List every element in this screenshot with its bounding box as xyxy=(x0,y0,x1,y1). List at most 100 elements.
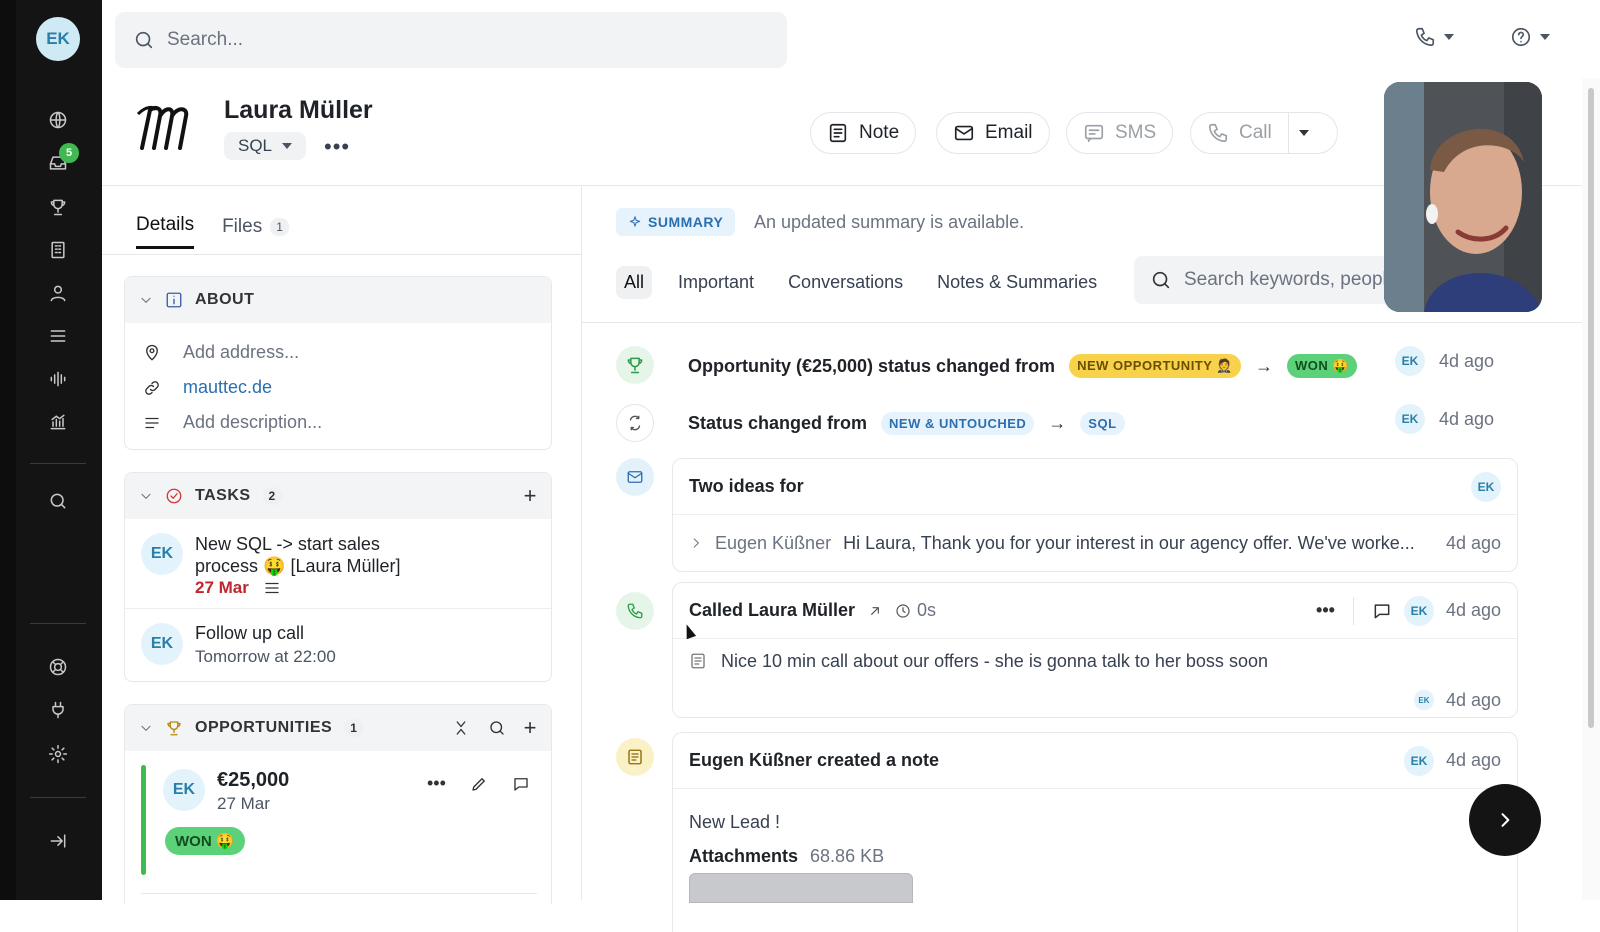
help-menu[interactable] xyxy=(1510,26,1550,48)
opportunity-status-bar xyxy=(141,765,146,875)
sparkle-icon xyxy=(628,215,642,229)
note-card[interactable]: Eugen Küßner created a note EK 4d ago Ne… xyxy=(672,732,1518,932)
event-text: Status changed from xyxy=(688,413,868,433)
lead-header: Laura Müller SQL ••• Note Email SMS Call xyxy=(102,78,1582,186)
left-rail xyxy=(0,0,16,900)
sms-button[interactable]: SMS xyxy=(1066,112,1174,154)
add-opportunity-button[interactable]: + xyxy=(524,715,537,741)
pencil-edit-icon[interactable] xyxy=(470,775,488,793)
search-icon xyxy=(1150,269,1172,291)
call-options-chevron-icon[interactable] xyxy=(1298,130,1309,136)
avatar: EK xyxy=(163,769,205,811)
opportunity-status-badge: WON 🤑 xyxy=(165,827,245,855)
scrollbar-thumb[interactable] xyxy=(1588,88,1594,728)
chevron-down-icon xyxy=(139,489,153,503)
lead-status-event[interactable]: Status changed from NEW & UNTOUCHED → SQ… xyxy=(688,412,1125,435)
email-thread-card[interactable]: Two ideas for EK Eugen Küßner Hi Laura, … xyxy=(672,458,1518,572)
tab-files[interactable]: Files 1 xyxy=(222,214,289,249)
filter-notes-summaries[interactable]: Notes & Summaries xyxy=(929,266,1105,299)
description-placeholder: Add description... xyxy=(183,412,323,432)
next-button[interactable] xyxy=(1469,784,1541,856)
arrow-right-icon: → xyxy=(1254,355,1273,376)
phone-icon xyxy=(1414,26,1436,48)
trophy-icon[interactable] xyxy=(48,197,68,217)
call-card[interactable]: Called Laura Müller 0s ••• EK 4d ago Nic… xyxy=(672,582,1518,718)
more-options-button[interactable]: ••• xyxy=(1316,600,1335,621)
opportunity-item[interactable]: EK €25,000 27 Mar ••• WON 🤑 xyxy=(125,751,551,899)
waveform-icon[interactable] xyxy=(48,369,68,389)
website-row[interactable]: mauttec.de xyxy=(125,370,551,405)
more-options-button[interactable]: ••• xyxy=(427,773,446,794)
user-avatar[interactable]: EK xyxy=(36,17,80,61)
opportunities-header[interactable]: OPPORTUNITIES 1 + xyxy=(125,705,551,751)
summary-label: SUMMARY xyxy=(648,214,724,230)
avatar: EK xyxy=(1394,404,1425,434)
more-options-button[interactable]: ••• xyxy=(324,134,350,160)
video-overlay xyxy=(1384,82,1542,312)
summary-button[interactable]: SUMMARY xyxy=(616,208,736,236)
task-item[interactable]: EK New SQL -> start sales process 🤑 [Lau… xyxy=(125,519,551,609)
trophy-icon xyxy=(616,346,654,384)
note-icon xyxy=(689,652,707,670)
summary-status-text: An updated summary is available. xyxy=(754,212,1025,232)
clock-icon xyxy=(895,603,911,619)
call-button[interactable]: Call xyxy=(1190,112,1338,154)
filter-conversations[interactable]: Conversations xyxy=(780,266,911,299)
opportunity-status-event[interactable]: Opportunity (€25,000) status changed fro… xyxy=(688,354,1358,378)
avatar: EK xyxy=(141,533,183,575)
activity-search-placeholder: Search keywords, people... xyxy=(1184,269,1414,290)
attachment-thumbnail[interactable] xyxy=(689,873,913,903)
avatar: EK xyxy=(141,623,183,665)
collapse-all-icon[interactable] xyxy=(452,719,470,737)
call-note-text: Nice 10 min call about our offers - she … xyxy=(721,650,1268,671)
search-icon[interactable] xyxy=(488,719,506,737)
chevron-down-icon xyxy=(1444,34,1454,40)
scrollbar[interactable] xyxy=(1582,78,1600,900)
mail-icon xyxy=(953,122,975,144)
arrow-right-icon: → xyxy=(1048,413,1067,433)
email-button[interactable]: Email xyxy=(936,112,1050,154)
website-link[interactable]: mauttec.de xyxy=(183,377,272,398)
trophy-icon xyxy=(165,719,183,737)
tab-details[interactable]: Details xyxy=(136,214,195,249)
add-task-button[interactable]: + xyxy=(524,483,537,509)
address-row[interactable]: Add address... xyxy=(125,335,551,370)
settings-gear-icon[interactable] xyxy=(48,744,68,764)
phone-menu[interactable] xyxy=(1414,26,1454,48)
about-header[interactable]: ABOUT xyxy=(125,277,551,323)
location-pin-icon xyxy=(143,344,161,362)
details-tabs: Details Files 1 xyxy=(136,214,289,249)
tabs-divider xyxy=(102,254,582,255)
task-due-date: Tomorrow at 22:00 xyxy=(195,647,336,666)
filter-important[interactable]: Important xyxy=(670,266,762,299)
plug-icon[interactable] xyxy=(48,700,68,720)
help-lifebuoy-icon[interactable] xyxy=(48,657,68,677)
search-icon[interactable] xyxy=(48,491,68,511)
chevron-down-icon xyxy=(139,293,153,307)
files-count-badge: 1 xyxy=(270,217,289,236)
sms-button-label: SMS xyxy=(1115,122,1157,143)
lead-status-dropdown[interactable]: SQL xyxy=(224,132,307,160)
note-button[interactable]: Note xyxy=(810,112,917,154)
chevron-right-icon xyxy=(1495,810,1515,830)
call-title: Called Laura Müller xyxy=(689,600,856,620)
sidebar-divider xyxy=(30,463,86,464)
list-icon[interactable] xyxy=(48,326,68,346)
person-icon[interactable] xyxy=(48,283,68,303)
task-item[interactable]: EK Follow up call Tomorrow at 22:00 xyxy=(125,609,551,681)
global-search-input[interactable]: Search... xyxy=(115,12,787,68)
sidebar-divider xyxy=(30,797,86,798)
comment-icon[interactable] xyxy=(1372,601,1392,621)
collapse-sidebar-icon[interactable] xyxy=(48,831,68,851)
comment-icon[interactable] xyxy=(512,775,530,793)
chevron-right-icon[interactable] xyxy=(689,536,703,550)
phone-icon xyxy=(616,592,654,630)
sms-icon xyxy=(1083,122,1105,144)
building-icon[interactable] xyxy=(48,240,68,260)
filter-all[interactable]: All xyxy=(616,266,653,299)
about-section: ABOUT Add address... mauttec.de Add desc… xyxy=(124,276,552,450)
analytics-icon[interactable] xyxy=(48,412,68,432)
tasks-header[interactable]: TASKS 2 + xyxy=(125,473,551,519)
globe-icon[interactable] xyxy=(48,110,68,130)
description-row[interactable]: Add description... xyxy=(125,405,551,440)
